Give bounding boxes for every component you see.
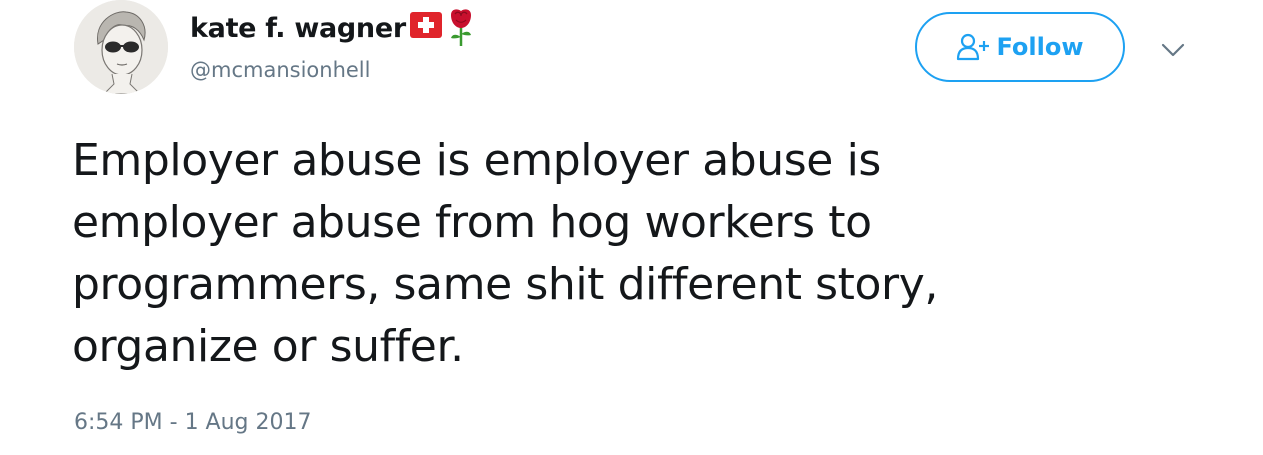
chevron-down-icon[interactable] xyxy=(1158,35,1188,65)
name-row: kate f. wagner xyxy=(190,8,477,48)
tweet-text-line: programmers, same shit different story, xyxy=(72,259,938,310)
avatar[interactable] xyxy=(74,0,168,94)
swiss-flag-icon xyxy=(409,10,443,40)
display-name[interactable]: kate f. wagner xyxy=(190,13,406,44)
follow-button[interactable]: Follow xyxy=(915,12,1125,82)
tweet-text-line: employer abuse from hog workers to xyxy=(72,197,872,248)
user-handle[interactable]: @mcmansionhell xyxy=(190,58,370,82)
rose-icon xyxy=(445,7,477,47)
tweet-text-line: Employer abuse is employer abuse is xyxy=(72,135,881,186)
tweet-text: Employer abuse is employer abuse is empl… xyxy=(72,130,1212,378)
add-user-icon xyxy=(956,32,990,62)
tweet-timestamp[interactable]: 6:54 PM - 1 Aug 2017 xyxy=(74,410,312,435)
tweet-card: kate f. wagner @mcmansionhell Follow Emp… xyxy=(0,0,1263,455)
tweet-text-line: organize or suffer. xyxy=(72,321,464,372)
follow-label: Follow xyxy=(996,33,1084,61)
